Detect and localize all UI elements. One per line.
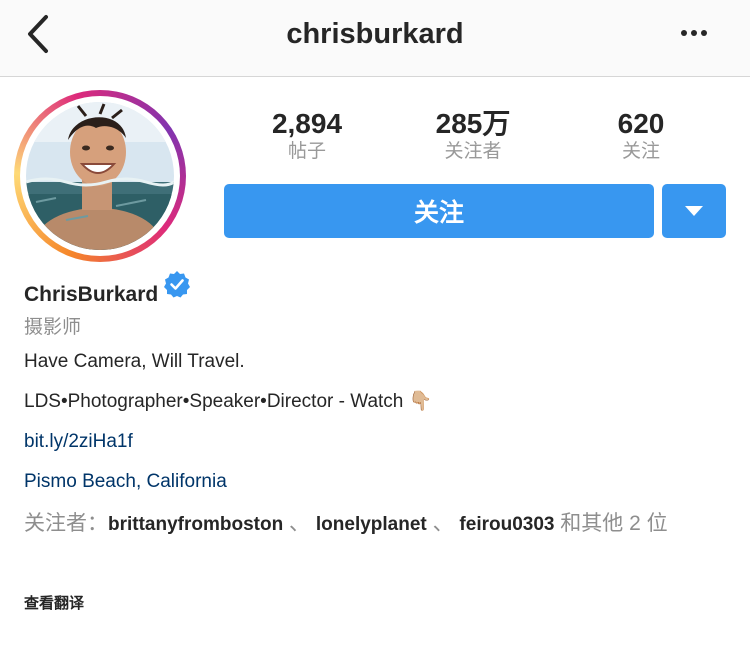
separator-2: 、 xyxy=(426,512,460,535)
bio-line-1: Have Camera, Will Travel. xyxy=(24,351,245,372)
bio-line-2: LDS•Photographer•Speaker•Director - Watc… xyxy=(24,390,432,414)
followers-count: 285万 xyxy=(435,108,511,139)
follower-username-1[interactable]: brittanyfromboston xyxy=(108,514,283,535)
following-count: 620 xyxy=(617,108,665,139)
posts-count-stat: 2,894 帖子 xyxy=(232,108,382,164)
see-translation-link[interactable]: 查看翻译 xyxy=(24,592,84,613)
followed-by-suffix: 和其他 2 位 xyxy=(554,512,668,535)
verified-badge-icon xyxy=(164,271,190,298)
following-label: 关注 xyxy=(621,141,660,162)
caret-down-icon xyxy=(685,206,703,216)
profile-username-title: chrisburkard xyxy=(286,18,464,50)
bio-line-2-text: LDS•Photographer•Speaker•Director - Watc… xyxy=(24,391,404,412)
follower-username-3[interactable]: feirou0303 xyxy=(459,514,554,535)
more-options-button[interactable] xyxy=(676,22,714,44)
followed-by-summary[interactable]: 关注者：brittanyfromboston 、 lonelyplanet 、 … xyxy=(24,510,724,539)
avatar-photo-image xyxy=(26,102,174,250)
more-horizontal-icon xyxy=(681,30,707,36)
top-navigation-bar: chrisburkard xyxy=(0,0,750,77)
followers-label: 关注者 xyxy=(444,141,502,162)
suggested-accounts-dropdown-button[interactable] xyxy=(662,184,726,238)
profile-avatar-story-ring[interactable] xyxy=(14,90,186,262)
follow-button[interactable]: 关注 xyxy=(224,184,654,238)
profile-avatar xyxy=(26,102,174,250)
profile-category: 摄影师 xyxy=(24,317,82,338)
posts-count: 2,894 xyxy=(271,108,343,139)
following-count-stat[interactable]: 620 关注 xyxy=(566,108,716,164)
follower-username-2[interactable]: lonelyplanet xyxy=(316,514,427,535)
avatar-inner-border xyxy=(20,96,180,256)
pointing-down-emoji-icon: 👇🏼 xyxy=(408,391,433,412)
location-link[interactable]: Pismo Beach, California xyxy=(24,470,227,494)
followed-by-prefix: 关注者： xyxy=(24,512,108,535)
separator-1: 、 xyxy=(283,512,316,535)
profile-display-name: ChrisBurkard xyxy=(24,283,159,306)
posts-label: 帖子 xyxy=(287,141,326,162)
bio-website-link[interactable]: bit.ly/2ziHa1f xyxy=(24,430,133,454)
followers-count-stat[interactable]: 285万 关注者 xyxy=(398,108,548,164)
